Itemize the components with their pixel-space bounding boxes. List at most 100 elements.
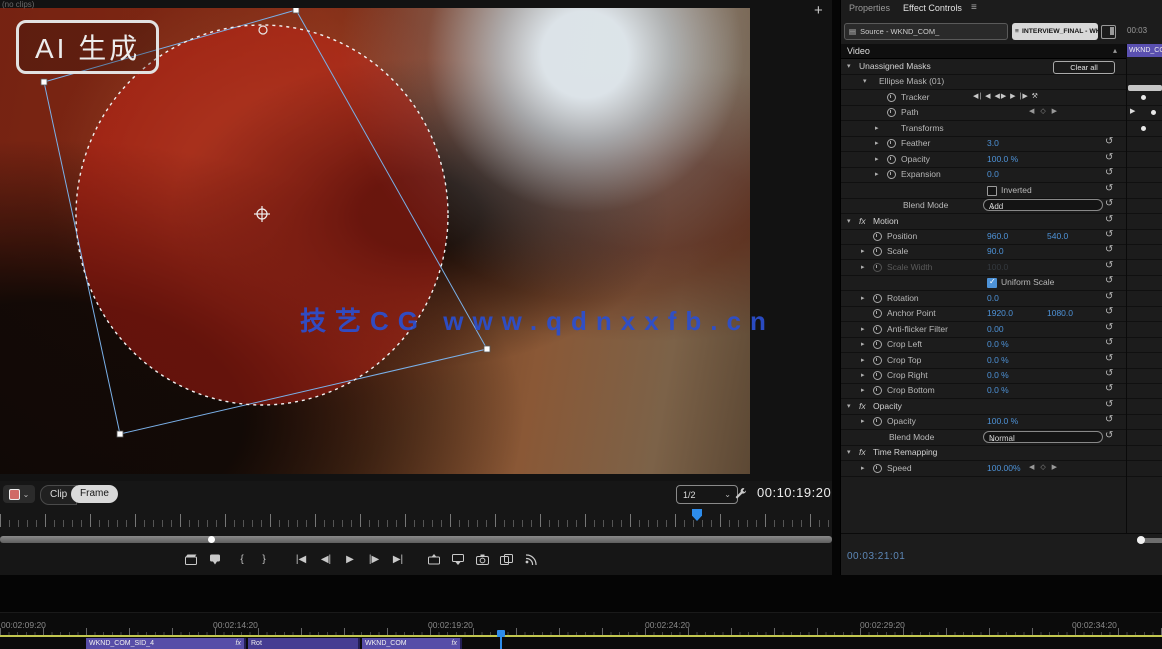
show-keyframe-lane-button[interactable] — [1101, 25, 1116, 39]
param-value[interactable]: 100.0 % — [987, 416, 1018, 426]
toggle-animation-stopwatch-icon[interactable] — [887, 155, 896, 164]
blend-mode-select[interactable]: Normal⌄ — [983, 431, 1103, 443]
param-value-2[interactable]: 540.0 — [1047, 231, 1068, 241]
lane-clip-bar[interactable]: WKND_CO — [1127, 44, 1162, 57]
reset-parameter-button[interactable]: ↺ — [1105, 214, 1113, 225]
ellipse-mask-overlay[interactable] — [0, 8, 750, 474]
toggle-animation-stopwatch-icon[interactable] — [873, 356, 882, 365]
param-value[interactable]: 0.0 % — [987, 370, 1009, 380]
export-frame-button[interactable] — [472, 550, 492, 568]
expand-chevron-icon[interactable]: ▸ — [861, 294, 865, 302]
keyframe-nav-buttons[interactable]: ◀ ◇ ▶ — [1029, 107, 1059, 115]
param-value[interactable]: 0.0 % — [987, 385, 1009, 395]
reset-parameter-button[interactable]: ↺ — [1105, 399, 1113, 410]
reset-parameter-button[interactable]: ↺ — [1105, 383, 1113, 394]
expand-chevron-icon[interactable]: ▸ — [875, 155, 879, 163]
toggle-animation-stopwatch-icon[interactable] — [887, 93, 896, 102]
expand-chevron-icon[interactable]: ▸ — [875, 124, 879, 132]
lane-play-icon[interactable]: ▶ — [1130, 107, 1135, 115]
add-button[interactable]: + — [814, 2, 823, 19]
sequence-tab-button[interactable]: ≡ INTERVIEW_FINAL - WKND_ — [1012, 23, 1098, 40]
reset-parameter-button[interactable]: ↺ — [1105, 152, 1113, 163]
expand-chevron-icon[interactable]: ▸ — [861, 417, 865, 425]
toggle-animation-stopwatch-icon[interactable] — [873, 371, 882, 380]
blend-mode-select[interactable]: Add⌄ — [983, 199, 1103, 211]
expand-chevron-icon[interactable]: ▸ — [861, 247, 865, 255]
expand-chevron-icon[interactable]: ▸ — [861, 386, 865, 394]
param-value[interactable]: 100.0 % — [987, 154, 1018, 164]
collapse-icon[interactable]: ▴ — [1113, 46, 1117, 55]
param-value[interactable]: 0.0 % — [987, 355, 1009, 365]
reset-parameter-button[interactable]: ↺ — [1105, 306, 1113, 317]
expand-chevron-icon[interactable]: ▸ — [861, 263, 865, 271]
toggle-animation-stopwatch-icon[interactable] — [873, 464, 882, 473]
param-value[interactable]: 1920.0 — [987, 308, 1013, 318]
reset-parameter-button[interactable]: ↺ — [1105, 275, 1113, 286]
video-section-header[interactable]: Video ▴ — [841, 44, 1126, 59]
toggle-animation-stopwatch-icon[interactable] — [873, 340, 882, 349]
expand-chevron-icon[interactable]: ▸ — [861, 356, 865, 364]
lift-button[interactable] — [424, 550, 444, 568]
video-frame[interactable] — [0, 8, 750, 474]
reset-parameter-button[interactable]: ↺ — [1105, 430, 1113, 441]
reset-parameter-button[interactable]: ↺ — [1105, 167, 1113, 178]
expand-chevron-icon[interactable]: ▸ — [861, 340, 865, 348]
uniform-scale-checkbox[interactable] — [987, 278, 997, 288]
go-to-out-button[interactable]: ▶| — [388, 550, 408, 568]
tracker-transport-buttons[interactable]: ◀| ◀ ◀▶ ▶ |▶ ⚒ — [973, 92, 1039, 100]
reset-parameter-button[interactable]: ↺ — [1105, 291, 1113, 302]
extract-button[interactable] — [448, 550, 468, 568]
add-marker-button[interactable] — [205, 550, 225, 568]
lane-navigator-bar[interactable] — [1128, 85, 1162, 91]
expand-chevron-icon[interactable]: ▸ — [861, 325, 865, 333]
keyframe-nav-buttons[interactable]: ◀ ◇ ▶ — [1029, 463, 1059, 471]
clear-all-button[interactable]: Clear all — [1053, 61, 1115, 74]
expand-chevron-icon[interactable]: ▸ — [875, 139, 879, 147]
reset-parameter-button[interactable]: ↺ — [1105, 183, 1113, 194]
settings-slate-icon[interactable] — [181, 550, 201, 568]
reset-parameter-button[interactable]: ↺ — [1105, 322, 1113, 333]
toggle-animation-stopwatch-icon[interactable] — [873, 247, 882, 256]
param-value[interactable]: 0.00 — [987, 324, 1004, 334]
toggle-animation-stopwatch-icon[interactable] — [873, 325, 882, 334]
collapse-chevron-icon[interactable]: ▾ — [847, 62, 851, 70]
step-back-button[interactable]: ◀| — [316, 550, 336, 568]
expand-chevron-icon[interactable]: ▸ — [861, 464, 865, 472]
video-viewer[interactable]: (no clips) AI 生成 技艺CG www.qdnxxfb.cn — [0, 0, 832, 481]
tab-properties[interactable]: Properties — [849, 3, 890, 13]
keyframe-dot[interactable] — [1151, 110, 1156, 115]
toggle-animation-stopwatch-icon[interactable] — [873, 386, 882, 395]
param-value-2[interactable]: 1080.0 — [1047, 308, 1073, 318]
monitor-mini-timeline-ruler[interactable] — [0, 508, 832, 534]
toggle-animation-stopwatch-icon[interactable] — [873, 417, 882, 426]
collapse-chevron-icon[interactable]: ▾ — [847, 217, 851, 225]
toggle-animation-stopwatch-icon[interactable] — [873, 232, 882, 241]
reset-parameter-button[interactable]: ↺ — [1105, 368, 1113, 379]
zoom-level-select[interactable]: 1/2 ⌄ — [676, 485, 738, 504]
play-button[interactable]: ▶ — [340, 550, 360, 568]
go-to-in-button[interactable]: |◀ — [291, 550, 311, 568]
param-value[interactable]: 90.0 — [987, 246, 1004, 256]
collapse-chevron-icon[interactable]: ▾ — [863, 77, 867, 85]
expand-chevron-icon[interactable]: ▸ — [861, 371, 865, 379]
reset-parameter-button[interactable]: ↺ — [1105, 244, 1113, 255]
toggle-animation-stopwatch-icon[interactable] — [873, 263, 882, 272]
multicam-button[interactable] — [520, 550, 540, 568]
keyframe-dot[interactable] — [1141, 95, 1146, 100]
param-value[interactable]: 0.0 — [987, 169, 999, 179]
source-clip-tab-button[interactable]: ▤ Source - WKND_COM_ — [844, 23, 1008, 40]
param-value[interactable]: 0.0 — [987, 293, 999, 303]
collapse-chevron-icon[interactable]: ▾ — [847, 448, 851, 456]
toggle-animation-stopwatch-icon[interactable] — [887, 108, 896, 117]
mark-in-button[interactable]: { — [232, 550, 252, 568]
expand-chevron-icon[interactable]: ▸ — [875, 170, 879, 178]
inverted-checkbox[interactable] — [987, 186, 997, 196]
collapse-chevron-icon[interactable]: ▾ — [847, 402, 851, 410]
comparison-view-button[interactable] — [496, 550, 516, 568]
step-forward-button[interactable]: |▶ — [364, 550, 384, 568]
param-value[interactable]: 100.00% — [987, 463, 1021, 473]
reset-parameter-button[interactable]: ↺ — [1105, 414, 1113, 425]
toggle-animation-stopwatch-icon[interactable] — [887, 139, 896, 148]
monitor-scrollbar-handle[interactable] — [208, 536, 215, 543]
monitor-scrollbar[interactable] — [0, 536, 832, 543]
